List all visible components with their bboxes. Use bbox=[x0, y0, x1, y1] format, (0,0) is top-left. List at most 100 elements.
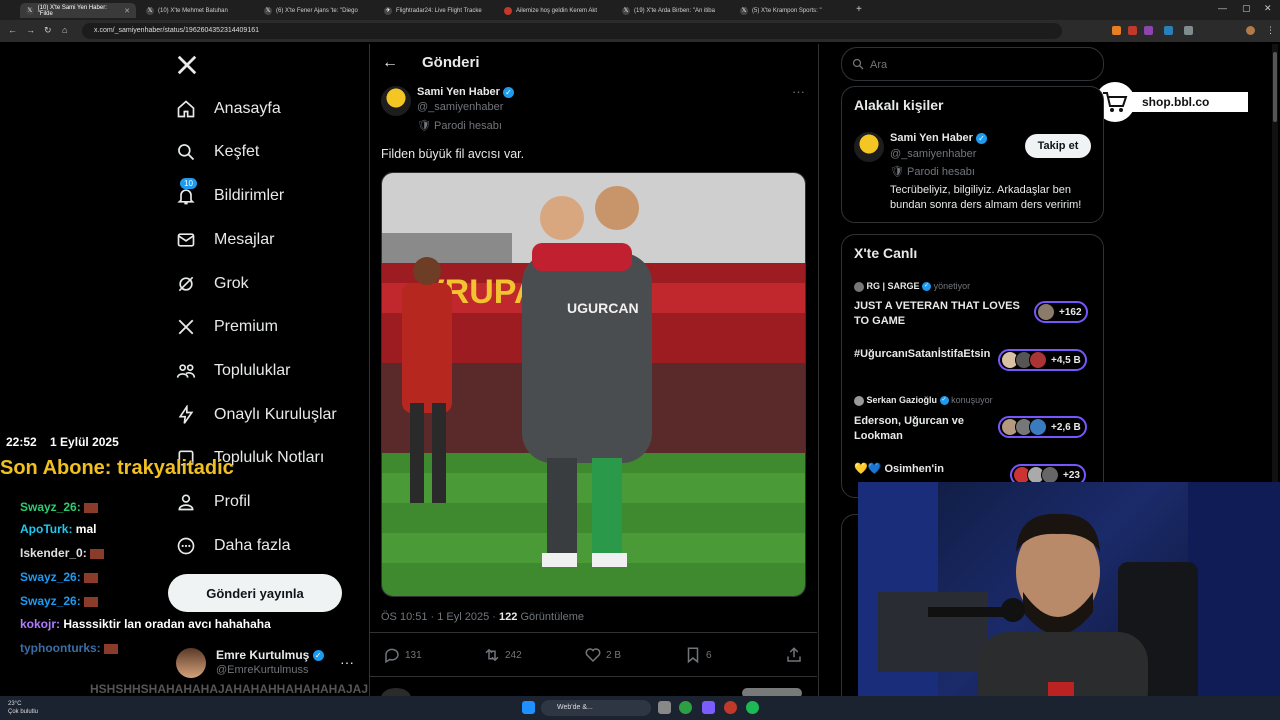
spotify-icon[interactable] bbox=[746, 701, 759, 714]
account-switcher[interactable]: Emre Kurtulmuş ✓ @EmreKurtulmuss ··· bbox=[176, 646, 358, 680]
more-dots-icon[interactable]: ··· bbox=[792, 84, 805, 99]
related-people-card: Alakalı kişiler Sami Yen Haber ✓ @_samiy… bbox=[841, 86, 1104, 223]
profile-avatar-icon[interactable] bbox=[1246, 26, 1255, 35]
app-icon[interactable] bbox=[724, 701, 737, 714]
verified-badge-icon: ✓ bbox=[922, 282, 932, 292]
browser-tab[interactable]: 𝕏 (6) X'te Fener Ajans 'te: "Diego bbox=[258, 3, 374, 18]
share-button[interactable] bbox=[785, 646, 803, 669]
reply-count: 131 bbox=[405, 649, 422, 661]
nav-item-profile[interactable]: Profil bbox=[174, 487, 250, 517]
post-meta: ÖS 10:51 · 1 Eyl 2025 · 122 Görüntüleme bbox=[381, 611, 584, 623]
listener-stack[interactable]: +162 bbox=[1034, 301, 1088, 323]
chat-username: Swayz_26: bbox=[20, 570, 81, 584]
account-handle: @EmreKurtulmuss bbox=[216, 664, 309, 676]
back-arrow-icon[interactable]: ← bbox=[382, 54, 398, 72]
nav-item-messages[interactable]: Mesajlar bbox=[174, 225, 274, 255]
verified-badge-icon: ✓ bbox=[503, 86, 515, 98]
scrollbar-thumb[interactable] bbox=[1273, 52, 1277, 122]
browser-tab[interactable]: Ailemize hoş geldin Kerem Akt bbox=[498, 3, 614, 18]
listener-stack[interactable]: +4,5 B bbox=[998, 349, 1087, 371]
close-window-icon[interactable]: ✕ bbox=[1264, 3, 1272, 14]
more-dots-icon[interactable]: ··· bbox=[340, 654, 354, 670]
minimize-icon[interactable]: — bbox=[1218, 3, 1227, 13]
author-row[interactable]: Sami Yen Haber ✓ bbox=[417, 86, 515, 98]
extension-icon[interactable] bbox=[1112, 26, 1121, 35]
task-view-icon[interactable] bbox=[658, 701, 671, 714]
nav-label: Grok bbox=[214, 275, 249, 292]
repost-button[interactable]: 242 bbox=[483, 646, 522, 664]
reply-icon bbox=[385, 648, 399, 664]
weather-widget[interactable]: 23°C Çok bulutlu bbox=[8, 700, 38, 716]
x-logo-icon bbox=[174, 315, 198, 339]
url-field[interactable]: x.com/_samiyenhaber/status/1962604352314… bbox=[82, 23, 1062, 39]
avatar[interactable] bbox=[854, 132, 884, 162]
author-name[interactable]: Sami Yen Haber bbox=[417, 86, 500, 98]
discord-icon[interactable] bbox=[702, 701, 715, 714]
follow-button[interactable]: Takip et bbox=[1025, 134, 1091, 158]
nav-item-premium[interactable]: Premium bbox=[174, 312, 278, 342]
emote-icon bbox=[104, 643, 119, 654]
live-title[interactable]: JUST A VETERAN THAT LOVES TO GAME bbox=[854, 299, 1034, 329]
related-name-row[interactable]: Sami Yen Haber ✓ bbox=[890, 132, 988, 144]
search-input[interactable] bbox=[868, 55, 1092, 75]
browser-menu-icon[interactable]: ⋮ bbox=[1266, 25, 1275, 36]
extension-icon[interactable] bbox=[1128, 26, 1137, 35]
like-button[interactable]: 2 B bbox=[584, 646, 621, 664]
author-handle[interactable]: @_samiyenhaber bbox=[417, 101, 503, 113]
webcam-overlay bbox=[858, 482, 1280, 720]
post-image[interactable]: VRUPA UGURCAN bbox=[381, 172, 806, 597]
windows-start-icon[interactable] bbox=[522, 701, 535, 714]
nav-item-more[interactable]: Daha fazla bbox=[174, 531, 291, 561]
related-name[interactable]: Sami Yen Haber bbox=[890, 132, 973, 144]
avatar[interactable] bbox=[381, 86, 411, 116]
browser-tab[interactable]: ✈ Flightradar24: Live Flight Tracke bbox=[378, 3, 494, 18]
nav-item-notifications[interactable]: 10 Bildirimler bbox=[174, 178, 284, 211]
nav-item-grok[interactable]: Grok bbox=[174, 269, 249, 299]
browser-tab[interactable]: 𝕏 (10) X'te Mehmet Batuhan bbox=[140, 3, 256, 18]
reply-button[interactable]: 131 bbox=[383, 646, 422, 664]
avatar bbox=[1029, 351, 1047, 369]
nav-item-explore[interactable]: Keşfet bbox=[174, 137, 259, 167]
back-icon[interactable]: ← bbox=[8, 25, 17, 35]
repost-icon bbox=[485, 648, 499, 662]
related-handle[interactable]: @_samiyenhaber bbox=[890, 148, 976, 160]
new-tab-icon[interactable]: + bbox=[856, 4, 862, 15]
verified-badge-icon: ✓ bbox=[312, 650, 324, 662]
bookmark-button[interactable]: 6 bbox=[684, 646, 712, 664]
webcam-illustration bbox=[858, 482, 1280, 720]
grok-icon bbox=[174, 272, 198, 296]
browser-tab[interactable]: 𝕏 (19) X'te Arda Birben: "An itiba bbox=[616, 3, 732, 18]
live-host-row: Serkan Gazioğlu ✓ konuşuyor bbox=[854, 395, 993, 406]
x-favicon-icon: 𝕏 bbox=[146, 6, 154, 15]
live-title[interactable]: 💛💙 Osimhen'in bbox=[854, 462, 994, 477]
reload-icon[interactable]: ↻ bbox=[44, 25, 52, 36]
bookmark-icon bbox=[687, 647, 699, 664]
nav-item-communities[interactable]: Topluluklar bbox=[174, 356, 290, 386]
chat-text: mal bbox=[75, 522, 97, 536]
close-tab-icon[interactable]: ✕ bbox=[124, 7, 130, 15]
extension-icon[interactable] bbox=[1144, 26, 1153, 35]
x-logo-icon[interactable] bbox=[176, 54, 198, 81]
nav-item-verified-orgs[interactable]: Onaylı Kuruluşlar bbox=[174, 400, 337, 430]
home-browser-icon[interactable]: ⌂ bbox=[62, 25, 67, 35]
live-title[interactable]: Ederson, Uğurcan ve Lookman bbox=[854, 414, 994, 444]
nav-item-home[interactable]: Anasayfa bbox=[174, 94, 281, 124]
post-timestamp[interactable]: ÖS 10:51 · 1 Eyl 2025 · bbox=[381, 611, 496, 623]
chat-text: HSHSHHSHAHAHAHAJAHAHAHHAHAHAHAJAJ bbox=[90, 682, 369, 696]
svg-text:UGURCAN: UGURCAN bbox=[567, 300, 639, 316]
search-box[interactable] bbox=[841, 47, 1104, 81]
forward-icon[interactable]: → bbox=[26, 25, 35, 35]
listener-stack[interactable]: +2,6 B bbox=[998, 416, 1087, 438]
divider bbox=[369, 676, 817, 677]
maximize-icon[interactable]: ▢ bbox=[1242, 3, 1251, 14]
extension-icon[interactable] bbox=[1184, 26, 1193, 35]
live-title[interactable]: #UğurcanıSatanİstifaEtsin bbox=[854, 347, 1004, 362]
post-button[interactable]: Gönderi yayınla bbox=[168, 574, 342, 612]
views-count: 122 bbox=[499, 611, 518, 623]
chrome-icon[interactable] bbox=[679, 701, 692, 714]
browser-tab[interactable]: 𝕏 (5) X'te Krampon Sports: " bbox=[734, 3, 850, 18]
taskbar-search[interactable]: Web'de &... bbox=[541, 700, 651, 716]
nav-label: Premium bbox=[214, 318, 279, 335]
extension-icon[interactable] bbox=[1164, 26, 1173, 35]
browser-tab[interactable]: 𝕏 (10) X'te Sami Yen Haber: "Filde ✕ bbox=[20, 3, 136, 18]
